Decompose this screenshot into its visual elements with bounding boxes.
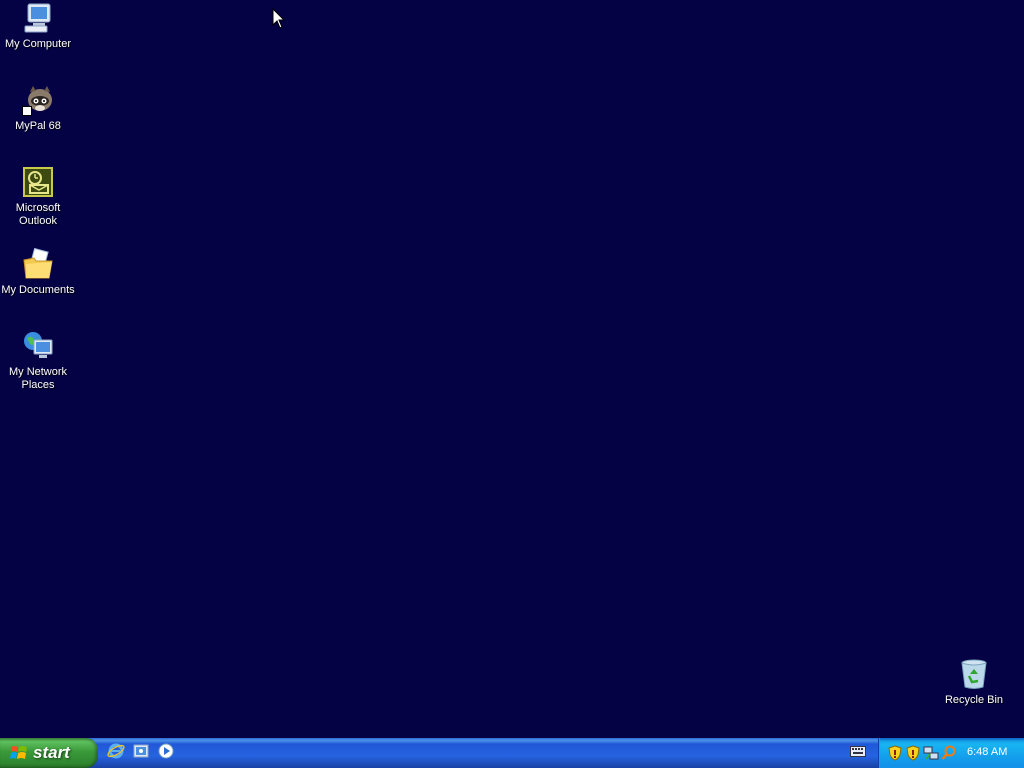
desktop-icon-mypal[interactable]: MyPal 68 (0, 84, 76, 133)
clock[interactable]: 6:48 AM (967, 746, 1007, 758)
search-icon[interactable] (941, 745, 957, 761)
desktop-icon-my-computer[interactable]: My Computer (0, 2, 76, 51)
security-shield-icon[interactable] (887, 745, 903, 761)
desktop[interactable]: My Computer MyPal 68 Microsoft Outlook M… (0, 0, 1024, 738)
network-places-icon (22, 330, 54, 362)
my-computer-icon (22, 2, 54, 34)
windows-logo-icon (10, 744, 28, 762)
desktop-icon-recycle-bin[interactable]: Recycle Bin (936, 658, 1012, 707)
desktop-icon-label: My Network Places (8, 366, 68, 391)
desktop-icon-label: Microsoft Outlook (15, 202, 61, 227)
desktop-icon-label: Recycle Bin (944, 694, 1004, 706)
my-documents-folder-icon (22, 247, 54, 280)
quick-launch-media-player[interactable] (156, 743, 176, 763)
desktop-icon-network-places[interactable]: My Network Places (0, 330, 76, 392)
mypal-raccoon-icon (22, 84, 54, 116)
start-label: start (33, 743, 70, 762)
quick-launch-show-desktop[interactable] (131, 743, 151, 763)
desktop-icon-label: My Computer (4, 38, 72, 50)
mouse-cursor-icon (272, 7, 286, 35)
media-player-icon (157, 742, 175, 765)
system-tray: 6:48 AM (878, 738, 1024, 768)
network-icon[interactable] (923, 745, 939, 761)
keyboard-icon (850, 744, 866, 762)
desktop-icon-my-documents[interactable]: My Documents (0, 247, 76, 297)
show-desktop-icon (132, 742, 150, 765)
outlook-icon (22, 166, 54, 198)
recycle-bin-icon (958, 658, 990, 690)
keyboard-language-button[interactable] (849, 745, 867, 761)
taskbar: start 6:48 AM (0, 738, 1024, 768)
quick-launch-internet-explorer[interactable] (106, 743, 126, 763)
desktop-icon-outlook[interactable]: Microsoft Outlook (0, 166, 76, 228)
shortcut-arrow-icon (22, 106, 32, 116)
desktop-icon-label: MyPal 68 (15, 120, 61, 132)
internet-explorer-icon (107, 742, 125, 765)
desktop-icon-label: My Documents (1, 284, 75, 296)
quick-launch-bar (106, 743, 176, 763)
start-button[interactable]: start (0, 738, 98, 768)
security-shield-icon[interactable] (905, 745, 921, 761)
